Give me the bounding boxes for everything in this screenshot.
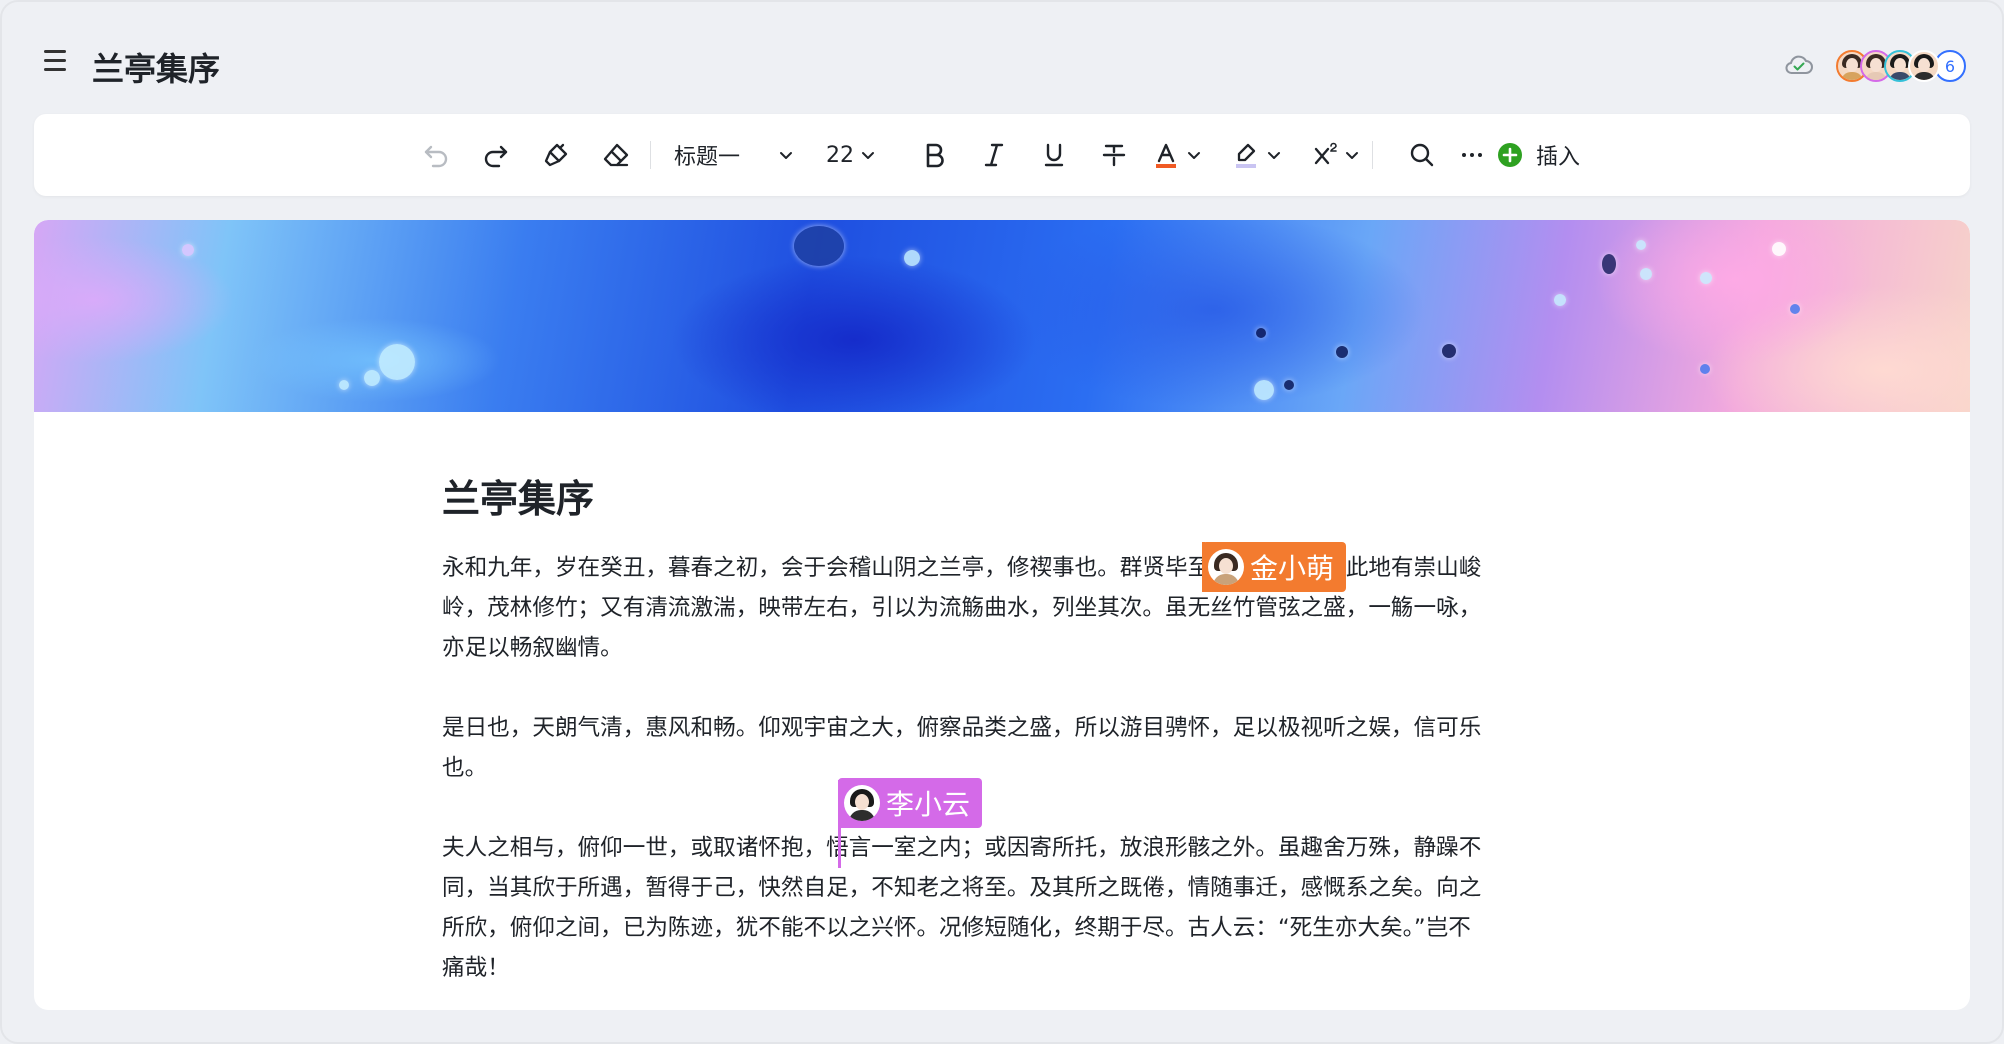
redo-button[interactable] — [476, 114, 516, 196]
italic-icon — [984, 143, 1004, 167]
text-line: 痛哉！ — [442, 955, 510, 981]
paragraph-1[interactable]: 永和九年，岁在癸丑，暮春之初，会于会稽山阴之兰亭，修禊事也。群贤毕至，少长咸集。… — [442, 548, 1552, 668]
more-icon — [1462, 153, 1482, 157]
text-line: 岭，茂林修竹；又有清流激湍，映带左右，引以为流觞曲水，列坐其次。虽无丝竹管弦之盛… — [442, 595, 1482, 621]
text-line: 夫人之相与，俯仰一世，或取诸怀抱，悟言一室之内；或因寄所托，放浪形骸之外。虽趣舍… — [442, 835, 1482, 861]
highlighter-icon — [1236, 143, 1256, 168]
more-button[interactable] — [1452, 114, 1492, 196]
chevron-down-icon — [862, 152, 874, 159]
superscript-icon — [1314, 142, 1337, 165]
search-icon — [1410, 143, 1434, 167]
insert-button[interactable]: 插入 — [1496, 114, 1596, 196]
chevron-down-icon — [1268, 152, 1280, 159]
text-line: 也。 — [442, 755, 488, 781]
chevron-down-icon — [780, 152, 793, 159]
search-button[interactable] — [1402, 114, 1442, 196]
underline-button[interactable] — [1034, 114, 1074, 196]
cloud-saved-icon — [1785, 55, 1813, 74]
document-title[interactable]: 兰亭集序 — [442, 468, 594, 523]
bold-button[interactable] — [914, 114, 954, 196]
italic-button[interactable] — [974, 114, 1014, 196]
format-painter-button[interactable] — [536, 114, 576, 196]
bold-icon — [926, 143, 944, 168]
text-line: 永和九年，岁在癸丑，暮春之初，会于会稽山阴之兰亭，修禊事也。群贤毕至，少长咸集。… — [442, 555, 1482, 581]
strikethrough-button[interactable] — [1094, 114, 1134, 196]
document-card: 兰亭集序 永和九年，岁在癸丑，暮春之初，会于会稽山阴之兰亭，修禊事也。群贤毕至，… — [34, 220, 1970, 1010]
paragraph-2[interactable]: 是日也，天朗气清，惠风和畅。仰观宇宙之大，俯察品类之盛，所以游目骋怀，足以极视听… — [442, 708, 1552, 788]
font-size-select[interactable]: 22 — [826, 114, 890, 196]
highlight-color-button[interactable] — [1232, 114, 1302, 196]
text-line: 所欣，俯仰之间，已为陈迹，犹不能不以之兴怀。况修短随化，终期于尽。古人云：“死生… — [442, 915, 1471, 941]
chevron-down-icon — [1346, 152, 1358, 159]
collaborator-label-jin: 金小萌 — [1202, 542, 1347, 592]
font-color-button[interactable] — [1152, 114, 1222, 196]
avatar — [844, 785, 880, 821]
collaborator-avatars[interactable]: 6 — [1836, 50, 1966, 82]
header: 兰亭集序 6 — [0, 0, 2004, 118]
page-title: 兰亭集序 — [92, 50, 221, 88]
toolbar-divider — [1372, 141, 1373, 169]
paragraph-3[interactable]: 夫人之相与，俯仰一世，或取诸怀抱，悟言一室之内；或因寄所托，放浪形骸之外。虽趣舍… — [442, 828, 1552, 988]
chevron-down-icon — [1188, 152, 1200, 159]
text-line: 同，当其欣于所遇，暂得于己，快然自足，不知老之将至。及其所之既倦，情随事迁，感慨… — [442, 875, 1482, 901]
undo-button[interactable] — [416, 114, 456, 196]
toolbar-divider — [650, 141, 651, 169]
text-line: 亦足以畅叙幽情。 — [442, 635, 623, 661]
format-painter-icon — [544, 143, 568, 167]
underline-icon — [1044, 143, 1064, 167]
collaborator-label-li: 李小云 — [838, 778, 983, 828]
heading-style-select[interactable]: 标题一 — [674, 114, 834, 196]
text-line: 是日也，天朗气清，惠风和畅。仰观宇宙之大，俯察品类之盛，所以游目骋怀，足以极视听… — [442, 715, 1482, 741]
clear-format-button[interactable] — [596, 114, 636, 196]
undo-icon — [424, 145, 448, 168]
plus-circle-icon — [1498, 143, 1522, 167]
editor-toolbar: 标题一 22 插入 — [34, 114, 1970, 196]
font-color-icon — [1156, 143, 1176, 168]
cover-image — [34, 220, 1970, 412]
avatar[interactable] — [1908, 50, 1940, 82]
menu-icon[interactable] — [44, 50, 72, 74]
eraser-icon — [603, 143, 629, 167]
redo-icon — [484, 145, 508, 168]
avatar — [1208, 549, 1244, 585]
strikethrough-icon — [1102, 144, 1126, 167]
